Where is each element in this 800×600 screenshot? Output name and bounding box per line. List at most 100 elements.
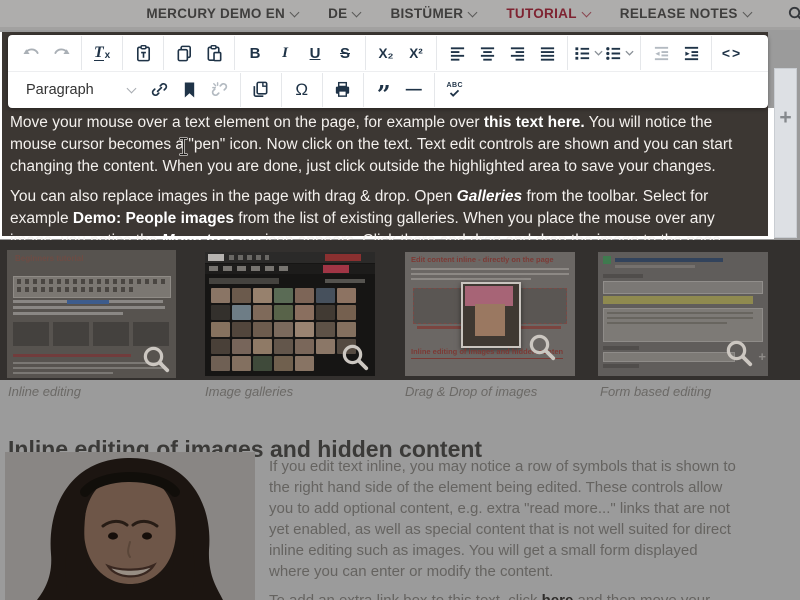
thumb-deco — [13, 306, 165, 309]
nav-item-bistuemer[interactable]: BISTÜMER — [390, 6, 476, 21]
toolbar-separator — [234, 36, 235, 70]
thumb-deco — [13, 354, 131, 357]
thumb-deco — [475, 304, 505, 336]
format-select-value: Paragraph — [26, 82, 94, 98]
copy-button[interactable] — [170, 39, 198, 68]
justify-icon — [539, 45, 556, 62]
paste-as-text-button[interactable] — [129, 39, 157, 68]
nav-label: DE — [328, 6, 347, 21]
thumb-deco — [603, 364, 639, 368]
indent-button[interactable] — [677, 39, 705, 68]
paragraph-format-select[interactable]: Paragraph — [16, 75, 145, 104]
chevron-down-icon — [581, 7, 591, 17]
thumbnail-drag-drop[interactable]: Edit content inline - directly on the pa… — [405, 252, 575, 376]
thumb-deco — [603, 296, 753, 304]
horizontal-rule-button[interactable]: — — [400, 75, 428, 104]
thumb-deco — [517, 326, 561, 329]
thumb-deco — [603, 274, 643, 278]
thumbnail-inline-editing[interactable]: Beginners tutorial — [7, 250, 176, 378]
subscript-button[interactable]: X₂ — [372, 39, 400, 68]
underline-button[interactable]: U — [301, 39, 329, 68]
toolbar-separator — [365, 36, 366, 70]
face-thumb — [337, 288, 356, 303]
outdent-button[interactable] — [647, 39, 675, 68]
toolbar-separator — [711, 36, 712, 70]
unlink-icon — [210, 80, 229, 99]
paste-button[interactable] — [200, 39, 228, 68]
page: MERCURY DEMO EN DE BISTÜMER TUTORIAL REL… — [0, 0, 800, 600]
thumbnail-form-editing[interactable]: + — [598, 252, 768, 376]
nav-label: BISTÜMER — [390, 6, 463, 21]
magnifier-icon — [141, 344, 171, 374]
search-button[interactable] — [787, 5, 800, 22]
print-button[interactable] — [329, 75, 357, 104]
thumb-deco — [465, 286, 513, 306]
italic-button[interactable]: I — [271, 39, 299, 68]
thumb-deco — [325, 279, 365, 283]
text-segment: Demo: People images — [73, 210, 234, 227]
source-code-button[interactable]: <> — [718, 39, 746, 68]
undo-button[interactable] — [17, 39, 45, 68]
spellcheck-button[interactable]: ABC — [441, 75, 469, 104]
copy-page-icon — [251, 80, 270, 99]
thumb-deco — [603, 256, 611, 264]
face-thumb — [295, 339, 314, 354]
face-thumb — [232, 305, 251, 320]
add-content-button[interactable]: + — [775, 107, 796, 128]
print-icon — [333, 80, 352, 99]
thumbnail-image-galleries[interactable] — [205, 252, 375, 376]
toolbar-separator — [163, 36, 164, 70]
toolbar-separator — [640, 36, 641, 70]
thumb-deco — [13, 372, 113, 374]
nav-item-mercury-demo[interactable]: MERCURY DEMO EN — [146, 6, 298, 21]
superscript-button[interactable]: X² — [402, 39, 430, 68]
text-segment: To add an extra link box to this text, c… — [269, 592, 542, 600]
thumb-deco — [53, 322, 89, 346]
face-thumb — [295, 288, 314, 303]
clear-formatting-button[interactable]: Tx — [88, 39, 116, 68]
special-char-button[interactable]: Ω — [288, 75, 316, 104]
thumb-deco — [13, 322, 49, 346]
text-segment: Move your mouse over a text element on t… — [10, 114, 484, 131]
unordered-list-button[interactable] — [605, 39, 634, 68]
align-left-button[interactable] — [443, 39, 471, 68]
face-thumb — [274, 339, 293, 354]
text-segment: inline editing such as images. You will … — [269, 542, 698, 559]
insert-link-button[interactable] — [146, 75, 174, 104]
editable-content[interactable]: Move your mouse over a text element on t… — [10, 112, 758, 260]
justify-button[interactable] — [533, 39, 561, 68]
rich-text-toolbar: Tx B I U S X₂ X² <> — [8, 35, 768, 108]
redo-button[interactable] — [47, 39, 75, 68]
face-thumb — [316, 305, 335, 320]
clear-formatting-icon: Tx — [94, 45, 110, 61]
face-thumb — [337, 322, 356, 337]
inline-link[interactable]: here — [542, 592, 574, 600]
copy-page-button[interactable] — [247, 75, 275, 104]
face-thumb — [211, 322, 230, 337]
text-segment: from the list of existing galleries. Whe… — [234, 210, 715, 227]
ordered-list-button[interactable] — [574, 39, 603, 68]
editor-paragraph-1[interactable]: Move your mouse over a text element on t… — [10, 112, 758, 178]
align-right-button[interactable] — [503, 39, 531, 68]
blockquote-button[interactable]: ” — [370, 75, 398, 104]
section-paragraph-1: If you edit text inline, you may notice … — [269, 456, 781, 582]
toolbar-row-2: Paragraph Ω ” — ABC — [8, 72, 768, 107]
face-thumb — [274, 356, 293, 371]
nav-item-tutorial[interactable]: TUTORIAL — [506, 6, 589, 21]
nav-item-release-notes[interactable]: RELEASE NOTES — [620, 6, 751, 21]
indent-icon — [683, 45, 700, 62]
nav-label: TUTORIAL — [506, 6, 576, 21]
strikethrough-button[interactable]: S — [331, 39, 359, 68]
align-center-button[interactable] — [473, 39, 501, 68]
nav-item-de[interactable]: DE — [328, 6, 360, 21]
face-thumb — [211, 288, 230, 303]
thumb-deco — [209, 278, 279, 284]
face-thumb — [232, 288, 251, 303]
edit-point-strip: + — [774, 68, 797, 238]
chevron-down-icon — [625, 50, 634, 56]
unlink-button[interactable] — [206, 75, 234, 104]
bold-button[interactable]: B — [241, 39, 269, 68]
chevron-down-icon — [742, 7, 752, 17]
text-segment: from the toolbar. Select for — [522, 188, 708, 205]
anchor-button[interactable] — [176, 75, 204, 104]
